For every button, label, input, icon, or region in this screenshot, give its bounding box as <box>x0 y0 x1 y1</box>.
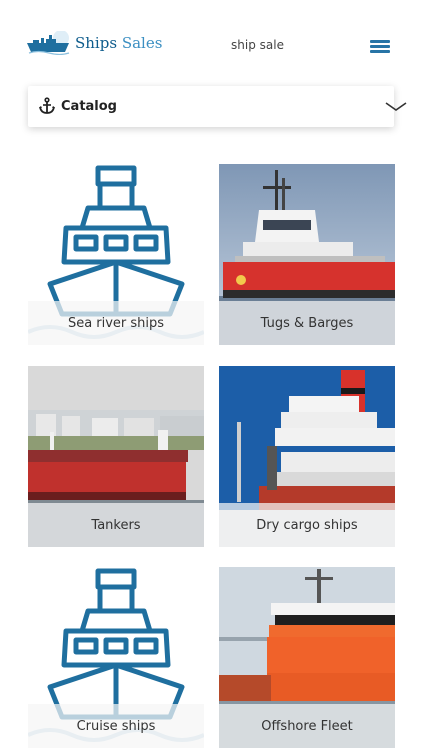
header-tagline: ship sale <box>231 38 284 52</box>
brand-name-part1: Ships <box>75 34 118 52</box>
category-label: Dry cargo ships <box>219 503 395 547</box>
app-header: Ships Sales ship sale <box>0 0 422 85</box>
category-label: Sea river ships <box>28 301 204 345</box>
category-card-tankers[interactable]: Tankers <box>28 366 204 547</box>
ship-logo-icon <box>27 31 70 55</box>
hamburger-menu-icon <box>370 40 390 43</box>
hamburger-menu-button[interactable] <box>370 38 392 56</box>
chevron-down-icon <box>385 102 407 111</box>
category-card-dry-cargo-ships[interactable]: Dry cargo ships <box>219 366 395 547</box>
category-label: Tankers <box>28 503 204 547</box>
category-card-cruise-ships[interactable]: Cruise ships <box>28 567 204 748</box>
brand-logo[interactable]: Ships Sales <box>27 31 162 55</box>
catalog-dropdown[interactable]: Catalog <box>28 86 407 127</box>
category-card-tugs-barges[interactable]: Tugs & Barges <box>219 164 395 345</box>
category-label: Tugs & Barges <box>219 301 395 345</box>
hamburger-menu-icon <box>370 45 390 48</box>
brand-name: Ships Sales <box>75 34 162 52</box>
category-card-offshore-fleet[interactable]: Offshore Fleet <box>219 567 395 748</box>
catalog-label: Catalog <box>61 99 117 114</box>
category-card-sea-river-ships[interactable]: Sea river ships <box>28 164 204 345</box>
category-label: Cruise ships <box>28 704 204 748</box>
category-label: Offshore Fleet <box>219 704 395 748</box>
brand-name-part2: Sales <box>121 34 163 52</box>
anchor-icon <box>39 97 55 114</box>
hamburger-menu-icon <box>370 50 390 53</box>
